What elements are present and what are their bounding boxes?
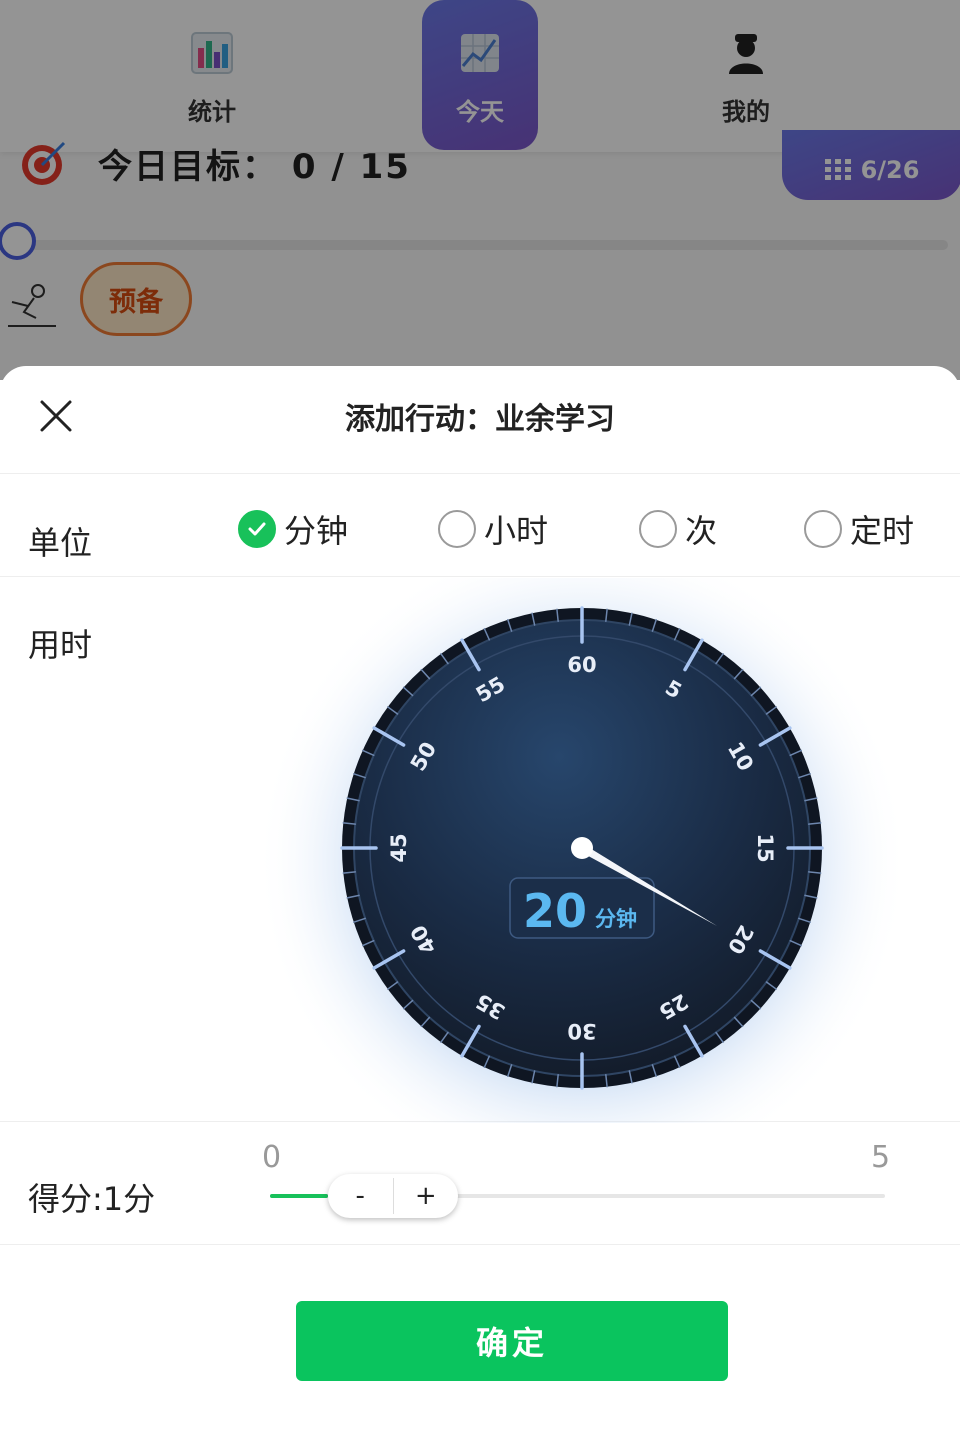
sheet-title: 添加行动：业余学习 [345, 402, 615, 437]
duration-dial[interactable]: 6051015202530354045505520 分钟 [0, 578, 960, 1123]
dial-number: 60 [567, 653, 596, 677]
dial-hub [571, 837, 593, 859]
sheet-header: 添加行动：业余学习 [0, 366, 960, 474]
score-label: 得分:1分 [28, 1180, 156, 1218]
add-action-sheet: 添加行动：业余学习 单位 分钟 小时 次 定时 用时 60 5 10 15 20… [0, 366, 960, 1440]
radio-checked-icon [238, 510, 276, 548]
score-min-label: 0 [262, 1140, 282, 1175]
radio-unchecked-icon [639, 510, 677, 548]
confirm-button[interactable]: 确定 [296, 1301, 728, 1381]
unit-label: 单位 [28, 524, 93, 562]
unit-option-label: 定时 [850, 512, 915, 550]
score-max-label: 5 [871, 1140, 891, 1175]
dial-unit-text: 分钟 [595, 907, 637, 931]
score-slider-fill [270, 1194, 328, 1198]
score-stepper[interactable]: - + [328, 1174, 458, 1218]
unit-option-label: 分钟 [284, 512, 349, 550]
unit-option-label: 小时 [484, 512, 549, 550]
unit-option-minutes[interactable]: 分钟 [238, 506, 348, 552]
dial-number: 45 [387, 833, 411, 862]
dial-value-text: 20 [523, 884, 587, 938]
increment-button[interactable]: + [394, 1174, 459, 1218]
unit-option-hours[interactable]: 小时 [438, 506, 548, 552]
unit-option-times[interactable]: 次 [639, 506, 717, 552]
dial-number: 15 [753, 833, 777, 862]
unit-option-timer[interactable]: 定时 [804, 506, 914, 552]
unit-option-label: 次 [685, 512, 718, 550]
dial-number: 30 [567, 1019, 596, 1043]
background-app: 统计 今天 我的 今日目标： 0 / 15 6/26 预备 [0, 0, 960, 380]
decrement-button[interactable]: - [328, 1174, 393, 1218]
radio-unchecked-icon [804, 510, 842, 548]
radio-unchecked-icon [438, 510, 476, 548]
modal-backdrop[interactable] [0, 0, 960, 380]
